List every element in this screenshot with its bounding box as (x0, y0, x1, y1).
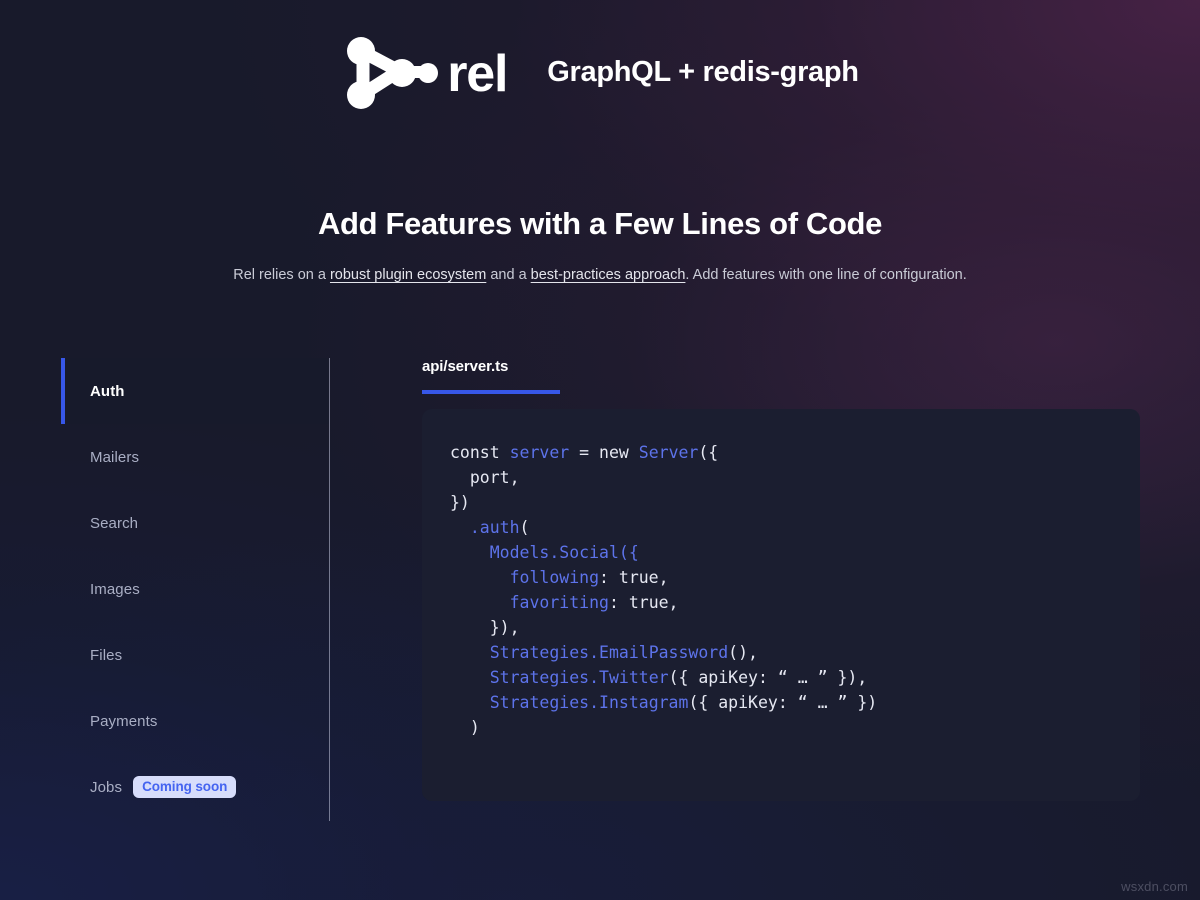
code-token: Server (638, 443, 699, 462)
sidebar-item-search[interactable]: Search (61, 490, 329, 556)
code-token: ({ (698, 443, 719, 462)
code-token: Models.Social (489, 543, 619, 562)
code-line: .auth( (450, 518, 530, 537)
code-token: ({ apiKey: “ … ” }) (688, 693, 878, 712)
code-line: Strategies.Twitter({ apiKey: “ … ” }), (450, 668, 868, 687)
code-line: }), (450, 618, 520, 637)
brand-lockup[interactable]: rel GraphQL + redis-graph (341, 36, 859, 110)
code-line: Strategies.Instagram({ apiKey: “ … ” }) (450, 693, 877, 712)
code-line: }) (450, 493, 470, 512)
link-best-practices-approach[interactable]: best-practices approach (531, 267, 686, 283)
sidebar-item-label: Mailers (90, 448, 140, 466)
code-token: ( (519, 518, 530, 537)
sidebar-item-label: Search (90, 514, 139, 532)
code-line: ) (450, 718, 480, 737)
code-token: server (509, 443, 570, 462)
hero-subtitle-mid: and a (486, 267, 531, 284)
header-tagline: GraphQL + redis-graph (547, 56, 859, 88)
features-section: Auth Mailers Search Images Files Payments Jobs… (61, 358, 1141, 821)
code-token: Strategies.Twitter (489, 668, 669, 687)
hero-section: Add Features with a Few Lines of Code Re… (0, 205, 1200, 285)
code-panel: api/server.ts const server = new Server(… (330, 358, 1141, 821)
sidebar-item-label: Jobs (90, 778, 123, 796)
sidebar-item-label: Payments (90, 712, 158, 730)
code-line: Strategies.EmailPassword(), (450, 643, 758, 662)
code-line: Models.Social({ (450, 543, 639, 562)
code-token: }), (450, 618, 520, 637)
rel-graph-logo-icon (347, 36, 439, 109)
code-token: (), (728, 643, 758, 662)
watermark: wsxdn.com (1121, 879, 1188, 894)
sidebar-item-payments[interactable]: Payments (61, 688, 329, 754)
code-token: Strategies.Instagram (489, 693, 689, 712)
sidebar-item-label: Files (90, 646, 123, 664)
sidebar-item-files[interactable]: Files (61, 622, 329, 688)
sidebar-item-images[interactable]: Images (61, 556, 329, 622)
sidebar-item-mailers[interactable]: Mailers (61, 424, 329, 490)
sidebar-item-jobs[interactable]: Jobs Coming soon (61, 754, 329, 820)
status-badge: Coming soon (133, 775, 237, 799)
code-token: favoriting (509, 593, 609, 612)
code-block[interactable]: const server = new Server({ port, }) .au… (450, 440, 1140, 740)
code-token: following (509, 568, 600, 587)
code-token: = new (569, 443, 639, 462)
code-card: const server = new Server({ port, }) .au… (422, 409, 1140, 801)
code-token: Strategies.EmailPassword (489, 643, 729, 662)
code-token: ({ apiKey: “ … ” }), (668, 668, 868, 687)
code-tab-bar: api/server.ts (422, 358, 1141, 394)
hero-subtitle: Rel relies on a robust plugin ecosystem … (0, 265, 1200, 285)
page-title: Add Features with a Few Lines of Code (317, 206, 883, 241)
code-token: const (450, 443, 510, 462)
hero-subtitle-lead: Rel relies on a (233, 267, 330, 284)
code-token: port, (450, 468, 520, 487)
code-line: favoriting: true, (450, 593, 679, 612)
code-token: : true, (599, 568, 669, 587)
code-token: }) (450, 493, 470, 512)
site-header: rel GraphQL + redis-graph (0, 0, 1200, 145)
sidebar-item-label: Auth (90, 382, 125, 400)
code-line: const server = new Server({ (450, 443, 718, 462)
link-robust-plugin-ecosystem[interactable]: robust plugin ecosystem (330, 267, 486, 283)
sidebar-item-auth[interactable]: Auth (61, 358, 329, 424)
code-token: : true, (608, 593, 679, 612)
tab-api-server-ts[interactable]: api/server.ts (422, 358, 560, 394)
brand-wordmark: rel (447, 44, 508, 103)
code-token: ) (450, 718, 480, 737)
code-token: .auth (469, 518, 520, 537)
page-root: rel GraphQL + redis-graph Add Features w… (0, 0, 1200, 900)
hero-subtitle-tail: . Add features with one line of configur… (685, 267, 967, 284)
code-line: port, (450, 468, 520, 487)
sidebar-item-label: Images (90, 580, 140, 598)
code-line: following: true, (450, 568, 669, 587)
feature-sidebar: Auth Mailers Search Images Files Payments Jobs… (61, 358, 330, 821)
code-token: ({ (618, 543, 639, 562)
